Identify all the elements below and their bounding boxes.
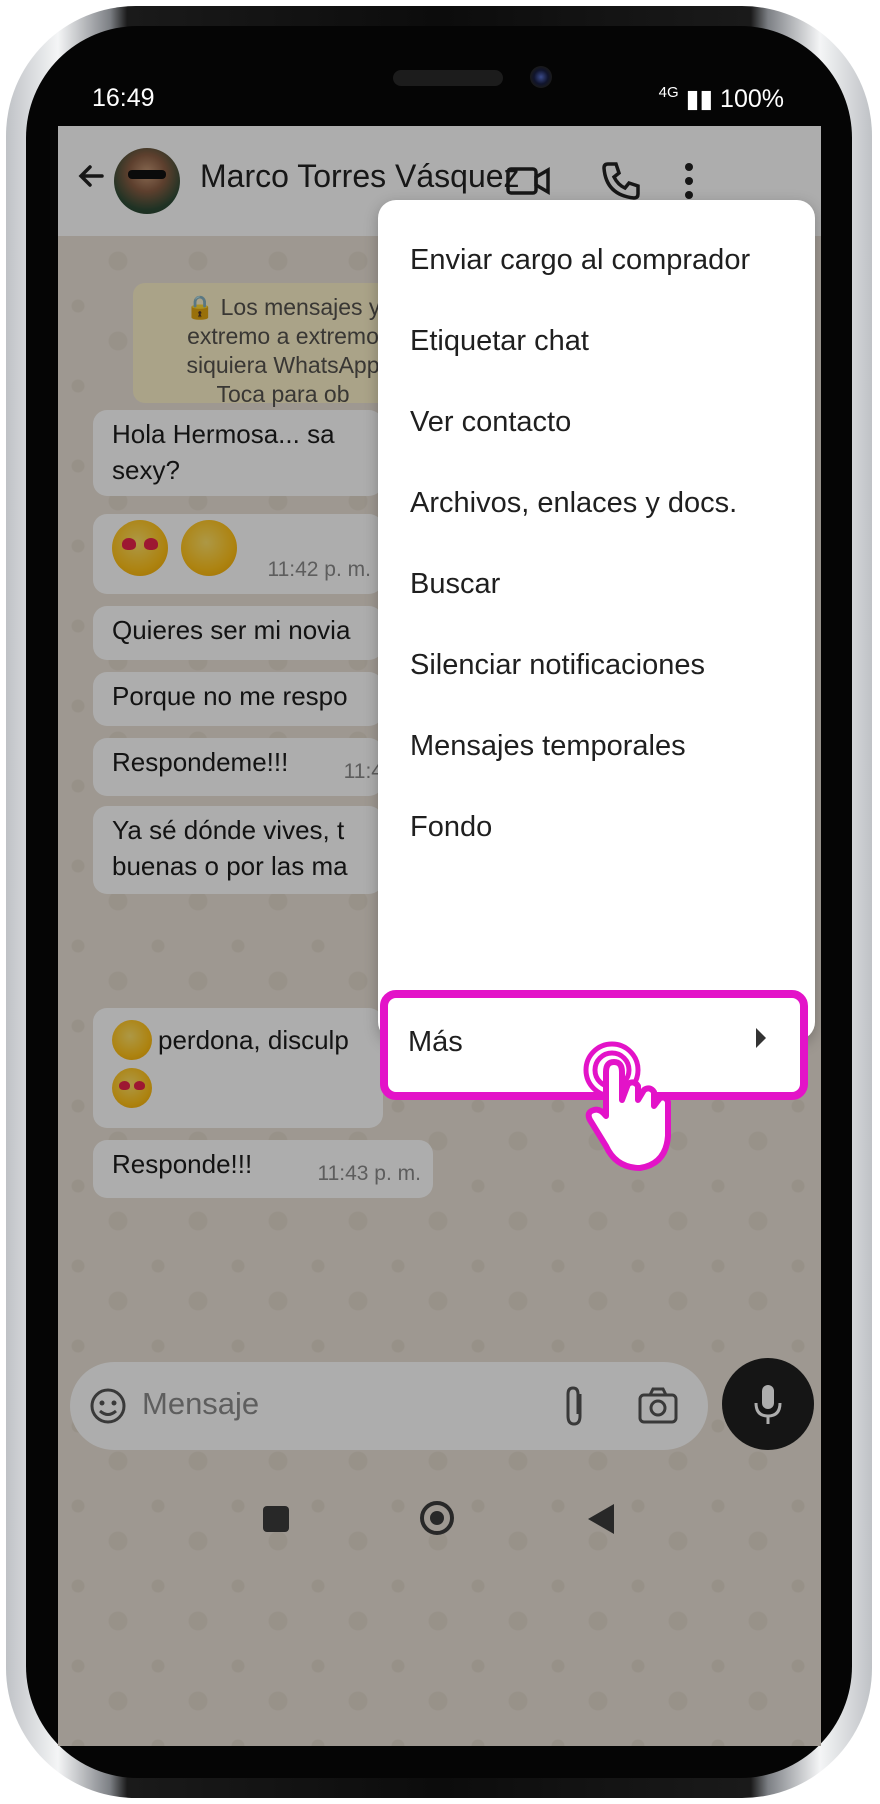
menu-item-buscar[interactable]: Buscar [410, 568, 500, 601]
menu-item-archivos[interactable]: Archivos, enlaces y docs. [410, 487, 737, 520]
tap-hand-icon [576, 1040, 756, 1220]
chat-screen: Marco Torres Vásquez 🔒 Los mensajes y ex… [58, 126, 821, 1746]
menu-item-etiquetar-chat[interactable]: Etiquetar chat [410, 325, 589, 358]
menu-item-fondo[interactable]: Fondo [410, 811, 492, 844]
network-signal: 4G [658, 84, 679, 101]
menu-item-enviar-cargo[interactable]: Enviar cargo al comprador [410, 244, 750, 277]
earpiece-speaker [393, 70, 503, 86]
front-camera [530, 66, 552, 88]
overflow-menu: Enviar cargo al comprador Etiquetar chat… [378, 200, 815, 1040]
battery-level: 100% [720, 85, 784, 113]
menu-item-ver-contacto[interactable]: Ver contacto [410, 406, 571, 439]
menu-item-silenciar[interactable]: Silenciar notificaciones [410, 649, 705, 682]
menu-item-mas-label: Más [408, 1026, 463, 1058]
menu-item-mensajes-temporales[interactable]: Mensajes temporales [410, 730, 686, 763]
signal-icon: ▮▮ [685, 85, 714, 113]
submenu-arrow-icon [756, 1028, 766, 1048]
status-time: 16:49 [92, 84, 155, 112]
status-indicators: 4G ▮▮ 100% [659, 84, 784, 114]
